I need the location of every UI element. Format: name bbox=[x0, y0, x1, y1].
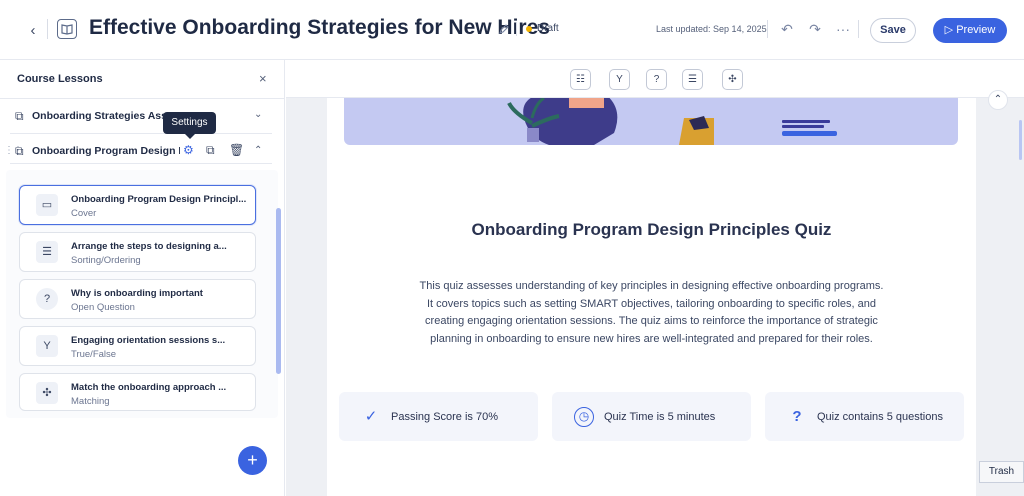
last-updated-text: Last updated: Sep 14, 2025 bbox=[656, 24, 767, 34]
status-badge: Draft bbox=[537, 23, 559, 34]
ordered-list-tool-icon[interactable]: ☰ bbox=[682, 69, 703, 90]
page-title: Effective Onboarding Strategies for New … bbox=[89, 16, 550, 39]
question-tool-icon[interactable]: ? bbox=[646, 69, 667, 90]
lesson-label: Onboarding Strategies Assess bbox=[32, 110, 167, 122]
close-icon[interactable]: × bbox=[259, 71, 267, 86]
lesson-label: Onboarding Program Design Pr... bbox=[32, 145, 180, 157]
chevron-left-icon[interactable]: ‹ bbox=[22, 20, 44, 42]
course-lessons-sidebar: Course Lessons × ⧉ Onboarding Strategies… bbox=[0, 60, 285, 496]
add-page-button[interactable]: + bbox=[238, 446, 267, 475]
ordered-list-icon: ☰ bbox=[36, 241, 58, 263]
chevron-up-icon[interactable]: ⌃ bbox=[988, 90, 1008, 110]
pencil-icon[interactable] bbox=[498, 22, 510, 40]
puzzle-icon: ✣ bbox=[36, 382, 58, 404]
lesson-icon: ⧉ bbox=[15, 144, 24, 158]
list-item[interactable]: ☰ Arrange the steps to designing a... So… bbox=[19, 232, 256, 272]
list-item[interactable]: ✣ Match the onboarding approach ... Matc… bbox=[19, 373, 256, 411]
card-type: True/False bbox=[71, 349, 117, 360]
card-title: Why is onboarding important bbox=[71, 288, 203, 299]
card-title: Engaging orientation sessions s... bbox=[71, 335, 226, 346]
list-item[interactable]: ? Why is onboarding important Open Quest… bbox=[19, 279, 256, 319]
info-text: Quiz contains 5 questions bbox=[817, 411, 943, 423]
check-icon: ✓ bbox=[364, 408, 378, 425]
question-icon: ? bbox=[36, 288, 58, 310]
branch-icon: Y bbox=[36, 335, 58, 357]
duplicate-icon[interactable]: ⧉ bbox=[206, 143, 215, 158]
save-button[interactable]: Save bbox=[870, 18, 916, 43]
slide-icon: ▭ bbox=[36, 194, 58, 216]
list-item[interactable]: Y Engaging orientation sessions s... Tru… bbox=[19, 326, 256, 366]
card-title: Match the onboarding approach ... bbox=[71, 382, 227, 393]
divider bbox=[516, 22, 517, 36]
slide: Onboarding Program Design Principles Qui… bbox=[327, 98, 976, 496]
settings-gear-icon[interactable]: ⚙ bbox=[183, 143, 194, 157]
divider bbox=[47, 19, 48, 39]
info-text: Passing Score is 70% bbox=[391, 411, 498, 423]
insert-toolbar: ☷ Y ? ☰ ✣ bbox=[286, 60, 1024, 98]
passing-score-card: ✓ Passing Score is 70% bbox=[339, 392, 538, 441]
card-type: Sorting/Ordering bbox=[71, 255, 141, 266]
status-dot bbox=[526, 26, 532, 32]
scrollbar[interactable] bbox=[276, 208, 281, 374]
preview-button[interactable]: ▷ Preview bbox=[933, 18, 1007, 43]
lesson-item-active[interactable]: ⋮⋮ ⧉ Onboarding Program Design Pr... ⚙ ⧉… bbox=[0, 136, 285, 166]
clock-icon: ◷ bbox=[574, 407, 594, 427]
play-icon: ▷ bbox=[944, 24, 957, 36]
lesson-icon: ⧉ bbox=[15, 109, 24, 123]
scrollbar[interactable] bbox=[1019, 120, 1022, 160]
quiz-description: This quiz assesses understanding of key … bbox=[419, 280, 884, 345]
card-title: Arrange the steps to designing a... bbox=[71, 241, 227, 252]
redo-icon[interactable]: ↷ bbox=[806, 20, 824, 38]
delete-icon[interactable]: 🗑 bbox=[229, 143, 244, 157]
list-tool-icon[interactable]: ☷ bbox=[570, 69, 591, 90]
trash-tooltip: Trash bbox=[979, 461, 1024, 483]
editor-canvas: ☷ Y ? ☰ ✣ Onboarding Program Design Prin… bbox=[286, 60, 1024, 496]
chevron-down-icon[interactable]: ⌄ bbox=[254, 109, 262, 120]
divider bbox=[0, 98, 285, 99]
list-item[interactable]: ▭ Onboarding Program Design Principl... … bbox=[19, 185, 256, 225]
quiz-time-card: ◷ Quiz Time is 5 minutes bbox=[552, 392, 751, 441]
book-icon bbox=[57, 19, 77, 39]
card-type: Matching bbox=[71, 396, 110, 407]
chevron-up-icon[interactable]: ⌃ bbox=[254, 145, 262, 156]
lesson-pages-list: ▭ Onboarding Program Design Principl... … bbox=[6, 170, 278, 418]
divider bbox=[10, 133, 272, 134]
hero-illustration bbox=[344, 98, 958, 145]
divider bbox=[10, 163, 272, 164]
undo-icon[interactable]: ↶ bbox=[778, 20, 796, 38]
card-title: Onboarding Program Design Principl... bbox=[71, 194, 247, 205]
top-bar: ‹ Effective Onboarding Strategies for Ne… bbox=[0, 0, 1024, 60]
question-mark-icon: ? bbox=[792, 408, 802, 425]
question-count-card: ? Quiz contains 5 questions bbox=[765, 392, 964, 441]
lesson-item[interactable]: ⧉ Onboarding Strategies Assess ⌄ bbox=[0, 101, 285, 131]
branch-tool-icon[interactable]: Y bbox=[609, 69, 630, 90]
card-type: Open Question bbox=[71, 302, 135, 313]
info-text: Quiz Time is 5 minutes bbox=[604, 411, 716, 423]
more-icon[interactable]: ··· bbox=[834, 20, 852, 38]
preview-label: Preview bbox=[956, 24, 996, 36]
puzzle-tool-icon[interactable]: ✣ bbox=[722, 69, 743, 90]
settings-tooltip: Settings bbox=[163, 112, 216, 139]
sidebar-title: Course Lessons bbox=[17, 73, 103, 85]
divider bbox=[858, 20, 859, 38]
card-type: Cover bbox=[71, 208, 97, 219]
divider bbox=[767, 20, 768, 38]
quiz-title: Onboarding Program Design Principles Qui… bbox=[471, 220, 832, 239]
